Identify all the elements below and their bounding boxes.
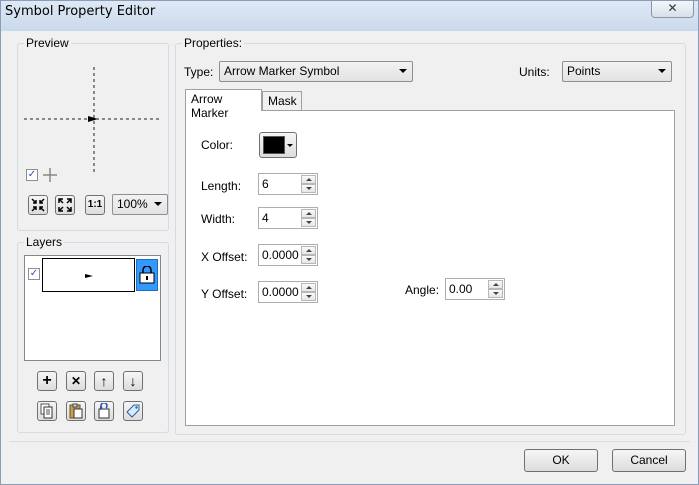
add-layer-button[interactable]: + [37,371,57,391]
spin-down-icon[interactable] [301,218,316,227]
remove-layer-button[interactable]: ✕ [66,371,86,391]
y-offset-spinner[interactable]: 0.0000 [258,281,318,303]
close-icon: ✕ [667,1,678,15]
close-icon: ✕ [70,374,82,388]
angle-label: Angle: [405,283,440,297]
layers-list[interactable]: ✓ [24,255,161,361]
spin-down-icon[interactable] [488,289,503,298]
chevron-down-icon [287,144,293,147]
length-spinner[interactable]: 6 [258,173,318,195]
layer-thumbnail [85,274,93,278]
color-swatch [263,136,285,154]
arrow-marker-panel: Color: Length: 6 Width: 4 X Offset: 0.00… [185,110,675,426]
x-offset-label: X Offset: [201,250,248,264]
move-layer-up-button[interactable]: ↑ [94,371,114,391]
y-offset-value: 0.0000 [262,285,299,299]
layer-visible-checkbox[interactable]: ✓ [28,268,40,280]
copy-layer-button[interactable] [37,401,57,421]
plus-icon: + [42,372,52,389]
width-value: 4 [262,211,269,225]
length-label: Length: [201,179,242,193]
color-label: Color: [201,138,234,152]
spin-up-icon[interactable] [301,283,316,292]
crosshair-icon [43,168,57,182]
lock-icon[interactable] [138,266,156,284]
preview-group: Preview ✓ 1:1 100% [17,36,169,231]
x-offset-value: 0.0000 [262,248,299,262]
zoom-in-button[interactable] [28,195,48,215]
chevron-down-icon [658,69,666,73]
layer-selection-bar [136,259,158,291]
reset-layer-button[interactable] [94,401,114,421]
type-select[interactable]: Arrow Marker Symbol [219,61,413,82]
layer-item[interactable] [42,258,135,292]
preview-canvas [24,67,160,172]
arrow-down-icon: ↓ [129,373,137,389]
y-offset-label: Y Offset: [201,287,248,301]
spin-up-icon[interactable] [488,280,503,289]
zoom-in-icon [31,198,45,212]
symbol-property-editor-window: Symbol Property Editor ✕ Preview ✓ 1:1 1… [0,0,699,485]
paste-layer-button[interactable] [66,401,86,421]
dialog-client: Preview ✓ 1:1 100% Layers ✓ + ✕ ↑ ↓ Prop… [9,31,690,478]
copy-icon [40,403,53,419]
window-title: Symbol Property Editor [5,4,156,19]
properties-group: Properties: Type: Arrow Marker Symbol Un… [175,36,686,435]
units-select[interactable]: Points [562,61,672,82]
actual-size-button[interactable]: 1:1 [85,195,105,215]
move-layer-down-button[interactable]: ↓ [123,371,143,391]
zoom-select[interactable]: 100% [112,194,168,215]
spin-down-icon[interactable] [301,292,316,301]
zoom-out-button[interactable] [55,195,75,215]
chevron-down-icon [154,202,162,206]
spin-up-icon[interactable] [301,175,316,184]
length-value: 6 [262,177,269,191]
cancel-button[interactable]: Cancel [612,449,686,472]
type-label: Type: [184,65,214,79]
spin-down-icon[interactable] [301,255,316,264]
width-label: Width: [201,212,236,226]
ok-button[interactable]: OK [524,449,598,472]
undo-icon [98,402,110,419]
spin-down-icon[interactable] [301,184,316,193]
chevron-down-icon [399,69,407,73]
angle-spinner[interactable]: 0.00 [445,278,505,300]
close-button[interactable]: ✕ [651,1,694,18]
x-offset-spinner[interactable]: 0.0000 [258,244,318,266]
footer-separator [9,441,690,442]
tab-control: Arrow Marker Mask Color: Length: 6 Width… [185,89,675,428]
actual-size-icon: 1:1 [87,199,103,210]
spin-up-icon[interactable] [301,246,316,255]
arrow-up-icon: ↑ [100,373,108,389]
tag-icon [126,404,140,418]
width-spinner[interactable]: 4 [258,207,318,229]
layers-group: Layers ✓ + ✕ ↑ ↓ [17,235,169,433]
properties-label: Properties: [182,36,245,50]
layer-properties-button[interactable] [123,401,143,421]
tab-arrow-marker[interactable]: Arrow Marker [185,89,262,120]
show-crosshair-checkbox[interactable]: ✓ [26,169,38,181]
arrow-marker-preview [88,116,98,122]
color-picker-button[interactable] [259,132,297,158]
tab-mask[interactable]: Mask [262,91,302,111]
paste-icon [69,403,83,419]
spin-up-icon[interactable] [301,209,316,218]
preview-label: Preview [24,36,71,50]
units-label: Units: [519,65,550,79]
title-bar[interactable]: Symbol Property Editor ✕ [1,1,698,31]
layers-label: Layers [24,235,65,249]
angle-value: 0.00 [449,282,473,296]
zoom-out-icon [58,198,72,212]
